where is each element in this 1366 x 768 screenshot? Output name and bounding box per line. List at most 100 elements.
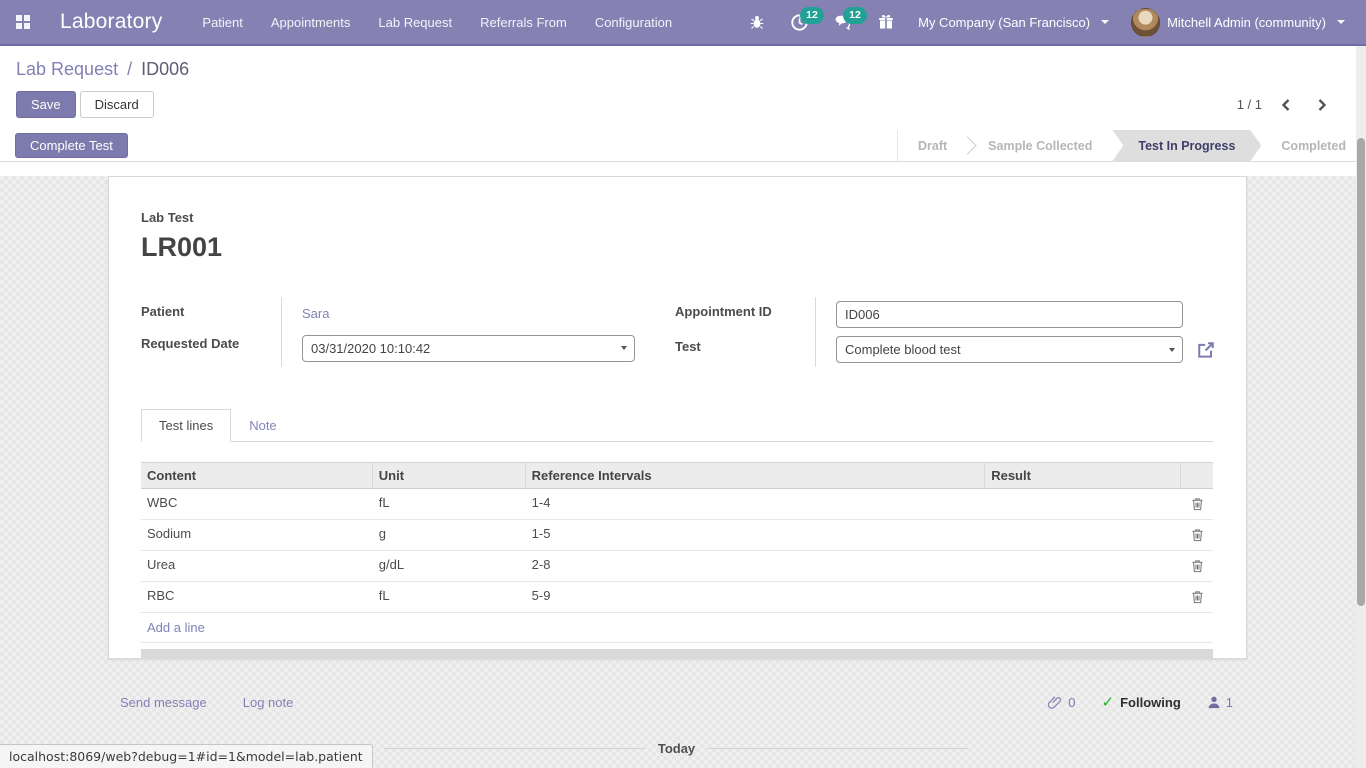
cell-delete	[1181, 520, 1213, 550]
cell-content[interactable]: WBC	[141, 489, 373, 519]
record-name: LR001	[141, 232, 1213, 263]
user-name: Mitchell Admin (community)	[1167, 15, 1326, 30]
cell-unit[interactable]: fL	[373, 489, 526, 519]
breadcrumb-parent-link[interactable]: Lab Request	[16, 59, 118, 79]
check-icon: ✓	[1102, 693, 1115, 711]
chatter-actions: Send message Log note	[120, 695, 293, 710]
form-group-left: Patient Sara Requested Date	[141, 297, 635, 367]
cell-content[interactable]: Urea	[141, 551, 373, 581]
messages-button[interactable]: 12	[821, 0, 865, 44]
debug-bug-icon[interactable]	[736, 0, 778, 44]
cell-unit[interactable]: g	[373, 520, 526, 550]
complete-test-button[interactable]: Complete Test	[15, 133, 128, 158]
cell-content[interactable]: RBC	[141, 582, 373, 612]
cell-unit[interactable]: fL	[373, 582, 526, 612]
followers-button[interactable]: 1	[1207, 695, 1233, 710]
delete-row-button[interactable]	[1189, 495, 1206, 513]
test-label: Test	[675, 332, 815, 367]
cell-reference[interactable]: 2-8	[526, 551, 986, 581]
column-header-content[interactable]: Content	[141, 463, 373, 488]
vertical-scrollbar[interactable]	[1356, 46, 1366, 768]
tab-note[interactable]: Note	[231, 409, 294, 442]
step-sample-collected[interactable]: Sample Collected	[968, 130, 1112, 161]
laboratory-app-screen: Laboratory Patient Appointments Lab Requ…	[0, 0, 1366, 768]
attachments-count: 0	[1068, 695, 1075, 710]
pager-next-button[interactable]	[1316, 98, 1328, 112]
cell-result[interactable]	[985, 551, 1181, 581]
column-header-reference-intervals[interactable]: Reference Intervals	[526, 463, 986, 488]
delete-row-button[interactable]	[1189, 557, 1206, 575]
notebook-tabs: Test lines Note	[141, 409, 1213, 442]
pager-nav	[1280, 98, 1328, 112]
trash-icon	[1191, 528, 1204, 542]
pager: 1 / 1	[1237, 97, 1350, 112]
delete-row-button[interactable]	[1189, 526, 1206, 544]
cell-delete	[1181, 489, 1213, 519]
cell-content[interactable]: Sodium	[141, 520, 373, 550]
requested-date-label: Requested Date	[141, 329, 281, 367]
cell-unit[interactable]: g/dL	[373, 551, 526, 581]
apps-menu-button[interactable]	[0, 0, 46, 44]
step-completed[interactable]: Completed	[1261, 130, 1366, 161]
cell-delete	[1181, 551, 1213, 581]
chatter-topbar: Send message Log note 0 ✓ Following	[120, 693, 1233, 711]
appointment-id-input[interactable]	[836, 301, 1183, 328]
following-label: Following	[1120, 695, 1181, 710]
table-row[interactable]: WBC fL 1-4	[141, 489, 1213, 520]
cell-result[interactable]	[985, 489, 1181, 519]
gift-button[interactable]	[865, 0, 907, 44]
menu-item-configuration[interactable]: Configuration	[581, 0, 686, 44]
appointment-id-value-cell	[815, 297, 1216, 332]
cell-reference[interactable]: 1-5	[526, 520, 986, 550]
main-menu: Patient Appointments Lab Request Referra…	[188, 0, 686, 44]
form-fields: Patient Sara Requested Date Appointment …	[141, 297, 1213, 367]
company-switcher[interactable]: My Company (San Francisco)	[907, 0, 1120, 44]
form-view-content: Lab Test LR001 Patient Sara Requested Da…	[0, 176, 1366, 768]
cell-result[interactable]	[985, 582, 1181, 612]
user-menu[interactable]: Mitchell Admin (community)	[1120, 0, 1356, 44]
delete-row-button[interactable]	[1189, 588, 1206, 606]
scrollbar-thumb[interactable]	[1357, 138, 1365, 606]
column-header-unit[interactable]: Unit	[373, 463, 526, 488]
log-note-button[interactable]: Log note	[243, 695, 294, 710]
cell-result[interactable]	[985, 520, 1181, 550]
menu-item-referrals-from[interactable]: Referrals From	[466, 0, 581, 44]
pager-value: 1 / 1	[1237, 97, 1262, 112]
test-external-link-button[interactable]	[1196, 340, 1216, 360]
patient-link[interactable]: Sara	[302, 306, 329, 321]
tab-test-lines[interactable]: Test lines	[141, 409, 231, 442]
cell-reference[interactable]: 1-4	[526, 489, 986, 519]
chatter-status: 0 ✓ Following 1	[1048, 693, 1233, 711]
table-row[interactable]: Sodium g 1-5	[141, 520, 1213, 551]
save-button[interactable]: Save	[16, 91, 76, 118]
statusbar-steps: Draft Sample Collected Test In Progress …	[897, 130, 1366, 161]
column-header-result[interactable]: Result	[985, 463, 1181, 488]
table-horizontal-scrollbar[interactable]	[141, 649, 1213, 658]
requested-date-input[interactable]	[302, 335, 635, 362]
form-group-right: Appointment ID Test	[675, 297, 1216, 367]
step-test-in-progress[interactable]: Test In Progress	[1112, 130, 1261, 161]
appointment-id-label: Appointment ID	[675, 297, 815, 332]
external-link-icon	[1196, 340, 1216, 360]
activities-button[interactable]: 12	[778, 0, 821, 44]
chevron-left-icon	[1280, 98, 1292, 112]
trash-icon	[1191, 497, 1204, 511]
navbar-left: Laboratory Patient Appointments Lab Requ…	[0, 0, 686, 44]
menu-item-patient[interactable]: Patient	[188, 0, 256, 44]
add-a-line-link[interactable]: Add a line	[147, 620, 205, 635]
cell-reference[interactable]: 5-9	[526, 582, 986, 612]
menu-item-appointments[interactable]: Appointments	[257, 0, 365, 44]
pager-previous-button[interactable]	[1280, 98, 1292, 112]
attachments-button[interactable]: 0	[1048, 695, 1075, 710]
send-message-button[interactable]: Send message	[120, 695, 207, 710]
divider-line	[707, 748, 969, 749]
discard-button[interactable]: Discard	[80, 91, 154, 118]
caret-down-icon	[1101, 20, 1109, 24]
test-select[interactable]	[836, 336, 1183, 363]
following-button[interactable]: ✓ Following	[1102, 693, 1181, 711]
step-draft[interactable]: Draft	[898, 130, 967, 161]
table-row[interactable]: Urea g/dL 2-8	[141, 551, 1213, 582]
menu-item-lab-request[interactable]: Lab Request	[364, 0, 466, 44]
bug-icon	[749, 14, 765, 30]
table-row[interactable]: RBC fL 5-9	[141, 582, 1213, 613]
